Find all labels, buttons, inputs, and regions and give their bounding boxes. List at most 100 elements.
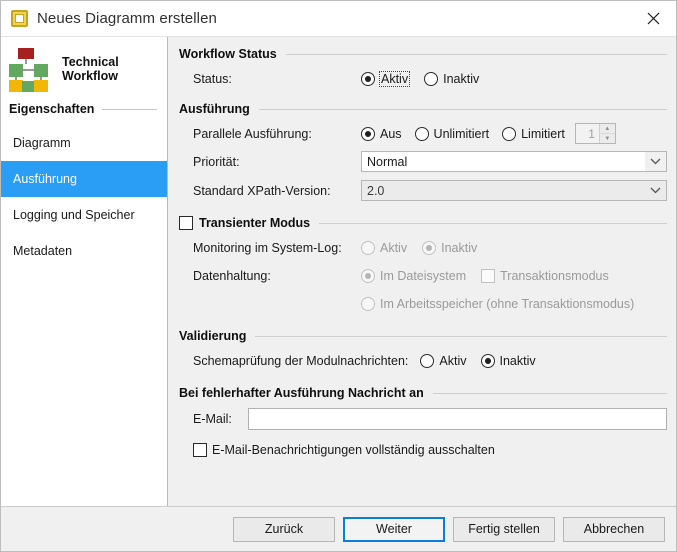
storage-label: Datenhaltung: [179, 269, 361, 283]
status-row: Status: Aktiv Inaktiv [179, 66, 667, 91]
technical-workflow-icon [9, 48, 55, 90]
radio-schema-inaktiv[interactable] [481, 354, 495, 368]
group-header-label: Bei fehlerhafter Ausführung Nachricht an [179, 386, 424, 400]
divider [319, 223, 667, 224]
sidebar-item-logging-und-speicher[interactable]: Logging und Speicher [1, 197, 167, 233]
radio-monitoring-aktiv [361, 241, 375, 255]
radio-storage-dateisystem [361, 269, 375, 283]
disable-email-checkbox[interactable] [193, 443, 207, 457]
radio-monitoring-aktiv-label: Aktiv [380, 241, 407, 255]
divider [286, 54, 667, 55]
xpath-version-value: 2.0 [362, 181, 645, 200]
priority-value: Normal [362, 152, 645, 171]
xpath-version-select[interactable]: 2.0 [361, 180, 667, 201]
group-header-transienter-modus: Transienter Modus [179, 216, 667, 230]
disable-email-row: E-Mail-Benachrichtigungen vollständig au… [179, 437, 667, 462]
button-bar: Zurück Weiter Fertig stellen Abbrechen [1, 506, 676, 551]
radio-status-inaktiv[interactable] [424, 72, 438, 86]
schema-validation-row: Schemaprüfung der Modulnachrichten: Akti… [179, 348, 667, 373]
title-bar: Neues Diagramm erstellen [1, 1, 676, 36]
radio-parallel-limitiert-label[interactable]: Limitiert [521, 127, 565, 141]
divider [433, 393, 667, 394]
finish-button[interactable]: Fertig stellen [453, 517, 555, 542]
priority-row: Priorität: Normal [179, 149, 667, 174]
radio-schema-aktiv[interactable] [420, 354, 434, 368]
group-header-ausfuehrung: Ausführung [179, 102, 667, 116]
divider [259, 109, 667, 110]
diagram-icon [11, 10, 28, 27]
workflow-title: Technical Workflow [62, 55, 119, 83]
radio-schema-inaktiv-label[interactable]: Inaktiv [500, 354, 536, 368]
monitoring-label: Monitoring im System-Log: [179, 241, 361, 255]
disable-email-label[interactable]: E-Mail-Benachrichtigungen vollständig au… [212, 443, 495, 457]
dialog-body: Technical Workflow Eigenschaften Diagram… [1, 36, 676, 506]
radio-storage-arbeitsspeicher-label: Im Arbeitsspeicher (ohne Transaktionsmod… [380, 297, 634, 311]
sidebar-item-metadaten[interactable]: Metadaten [1, 233, 167, 269]
close-icon[interactable] [630, 1, 676, 36]
sidebar-nav: Diagramm Ausführung Logging und Speicher… [1, 125, 167, 269]
transaction-mode-checkbox [481, 269, 495, 283]
storage-memory-row: Im Arbeitsspeicher (ohne Transaktionsmod… [179, 291, 667, 316]
sidebar-item-ausfuehrung[interactable]: Ausführung [1, 161, 167, 197]
radio-parallel-aus-label[interactable]: Aus [380, 127, 402, 141]
status-label: Status: [179, 72, 361, 86]
radio-parallel-aus[interactable] [361, 127, 375, 141]
stepper-up-icon[interactable]: ▲ [600, 124, 615, 134]
email-row: E-Mail: [179, 406, 667, 431]
divider [102, 109, 157, 110]
parallel-execution-row: Parallele Ausführung: Aus Unlimitiert Li… [179, 121, 667, 146]
content-panel: Workflow Status Status: Aktiv Inaktiv Au… [168, 37, 676, 506]
parallel-limit-stepper[interactable]: 1 ▲ ▼ [575, 123, 616, 144]
sidebar-item-label: Diagramm [13, 136, 71, 150]
transient-mode-checkbox[interactable] [179, 216, 193, 230]
radio-schema-aktiv-label[interactable]: Aktiv [439, 354, 466, 368]
transaction-mode-label: Transaktionsmodus [500, 269, 609, 283]
stepper-buttons[interactable]: ▲ ▼ [599, 124, 615, 143]
group-header-label: Transienter Modus [199, 216, 310, 230]
schema-validation-label: Schemaprüfung der Modulnachrichten: [179, 354, 408, 368]
sidebar-item-label: Logging und Speicher [13, 208, 135, 222]
radio-status-inaktiv-label[interactable]: Inaktiv [443, 72, 479, 86]
cancel-button[interactable]: Abbrechen [563, 517, 665, 542]
radio-parallel-unlimitiert-label[interactable]: Unlimitiert [434, 127, 490, 141]
group-header-fehlernachricht: Bei fehlerhafter Ausführung Nachricht an [179, 386, 667, 400]
next-button[interactable]: Weiter [343, 517, 445, 542]
sidebar-item-label: Ausführung [13, 172, 77, 186]
properties-label-text: Eigenschaften [9, 102, 94, 116]
back-button[interactable]: Zurück [233, 517, 335, 542]
parallel-execution-label: Parallele Ausführung: [179, 127, 361, 141]
radio-status-aktiv[interactable] [361, 72, 375, 86]
radio-monitoring-inaktiv-label: Inaktiv [441, 241, 477, 255]
radio-status-aktiv-label[interactable]: Aktiv [380, 72, 409, 86]
group-header-label: Ausführung [179, 102, 250, 116]
sidebar-item-diagramm[interactable]: Diagramm [1, 125, 167, 161]
stepper-down-icon[interactable]: ▼ [600, 134, 615, 143]
email-input[interactable] [248, 408, 667, 430]
xpath-version-row: Standard XPath-Version: 2.0 [179, 178, 667, 203]
workflow-title-line2: Workflow [62, 69, 119, 83]
window-title: Neues Diagramm erstellen [37, 10, 217, 27]
sidebar-item-label: Metadaten [13, 244, 72, 258]
parallel-limit-value: 1 [576, 124, 599, 143]
dialog-window: Neues Diagramm erstellen [0, 0, 677, 552]
storage-row: Datenhaltung: Im Dateisystem Transaktion… [179, 263, 667, 288]
group-header-label: Validierung [179, 329, 246, 343]
divider [255, 336, 667, 337]
radio-parallel-unlimitiert[interactable] [415, 127, 429, 141]
email-label: E-Mail: [179, 412, 248, 426]
priority-select[interactable]: Normal [361, 151, 667, 172]
chevron-down-icon[interactable] [645, 152, 666, 171]
monitoring-row: Monitoring im System-Log: Aktiv Inaktiv [179, 235, 667, 260]
xpath-version-label: Standard XPath-Version: [179, 184, 361, 198]
chevron-down-icon[interactable] [645, 181, 666, 200]
properties-section-label: Eigenschaften [1, 102, 167, 116]
workflow-header: Technical Workflow [1, 43, 167, 91]
radio-storage-arbeitsspeicher [361, 297, 375, 311]
group-header-workflow-status: Workflow Status [179, 47, 667, 61]
radio-monitoring-inaktiv [422, 241, 436, 255]
radio-storage-dateisystem-label: Im Dateisystem [380, 269, 466, 283]
group-header-validierung: Validierung [179, 329, 667, 343]
radio-parallel-limitiert[interactable] [502, 127, 516, 141]
priority-label: Priorität: [179, 155, 361, 169]
group-header-label: Workflow Status [179, 47, 277, 61]
